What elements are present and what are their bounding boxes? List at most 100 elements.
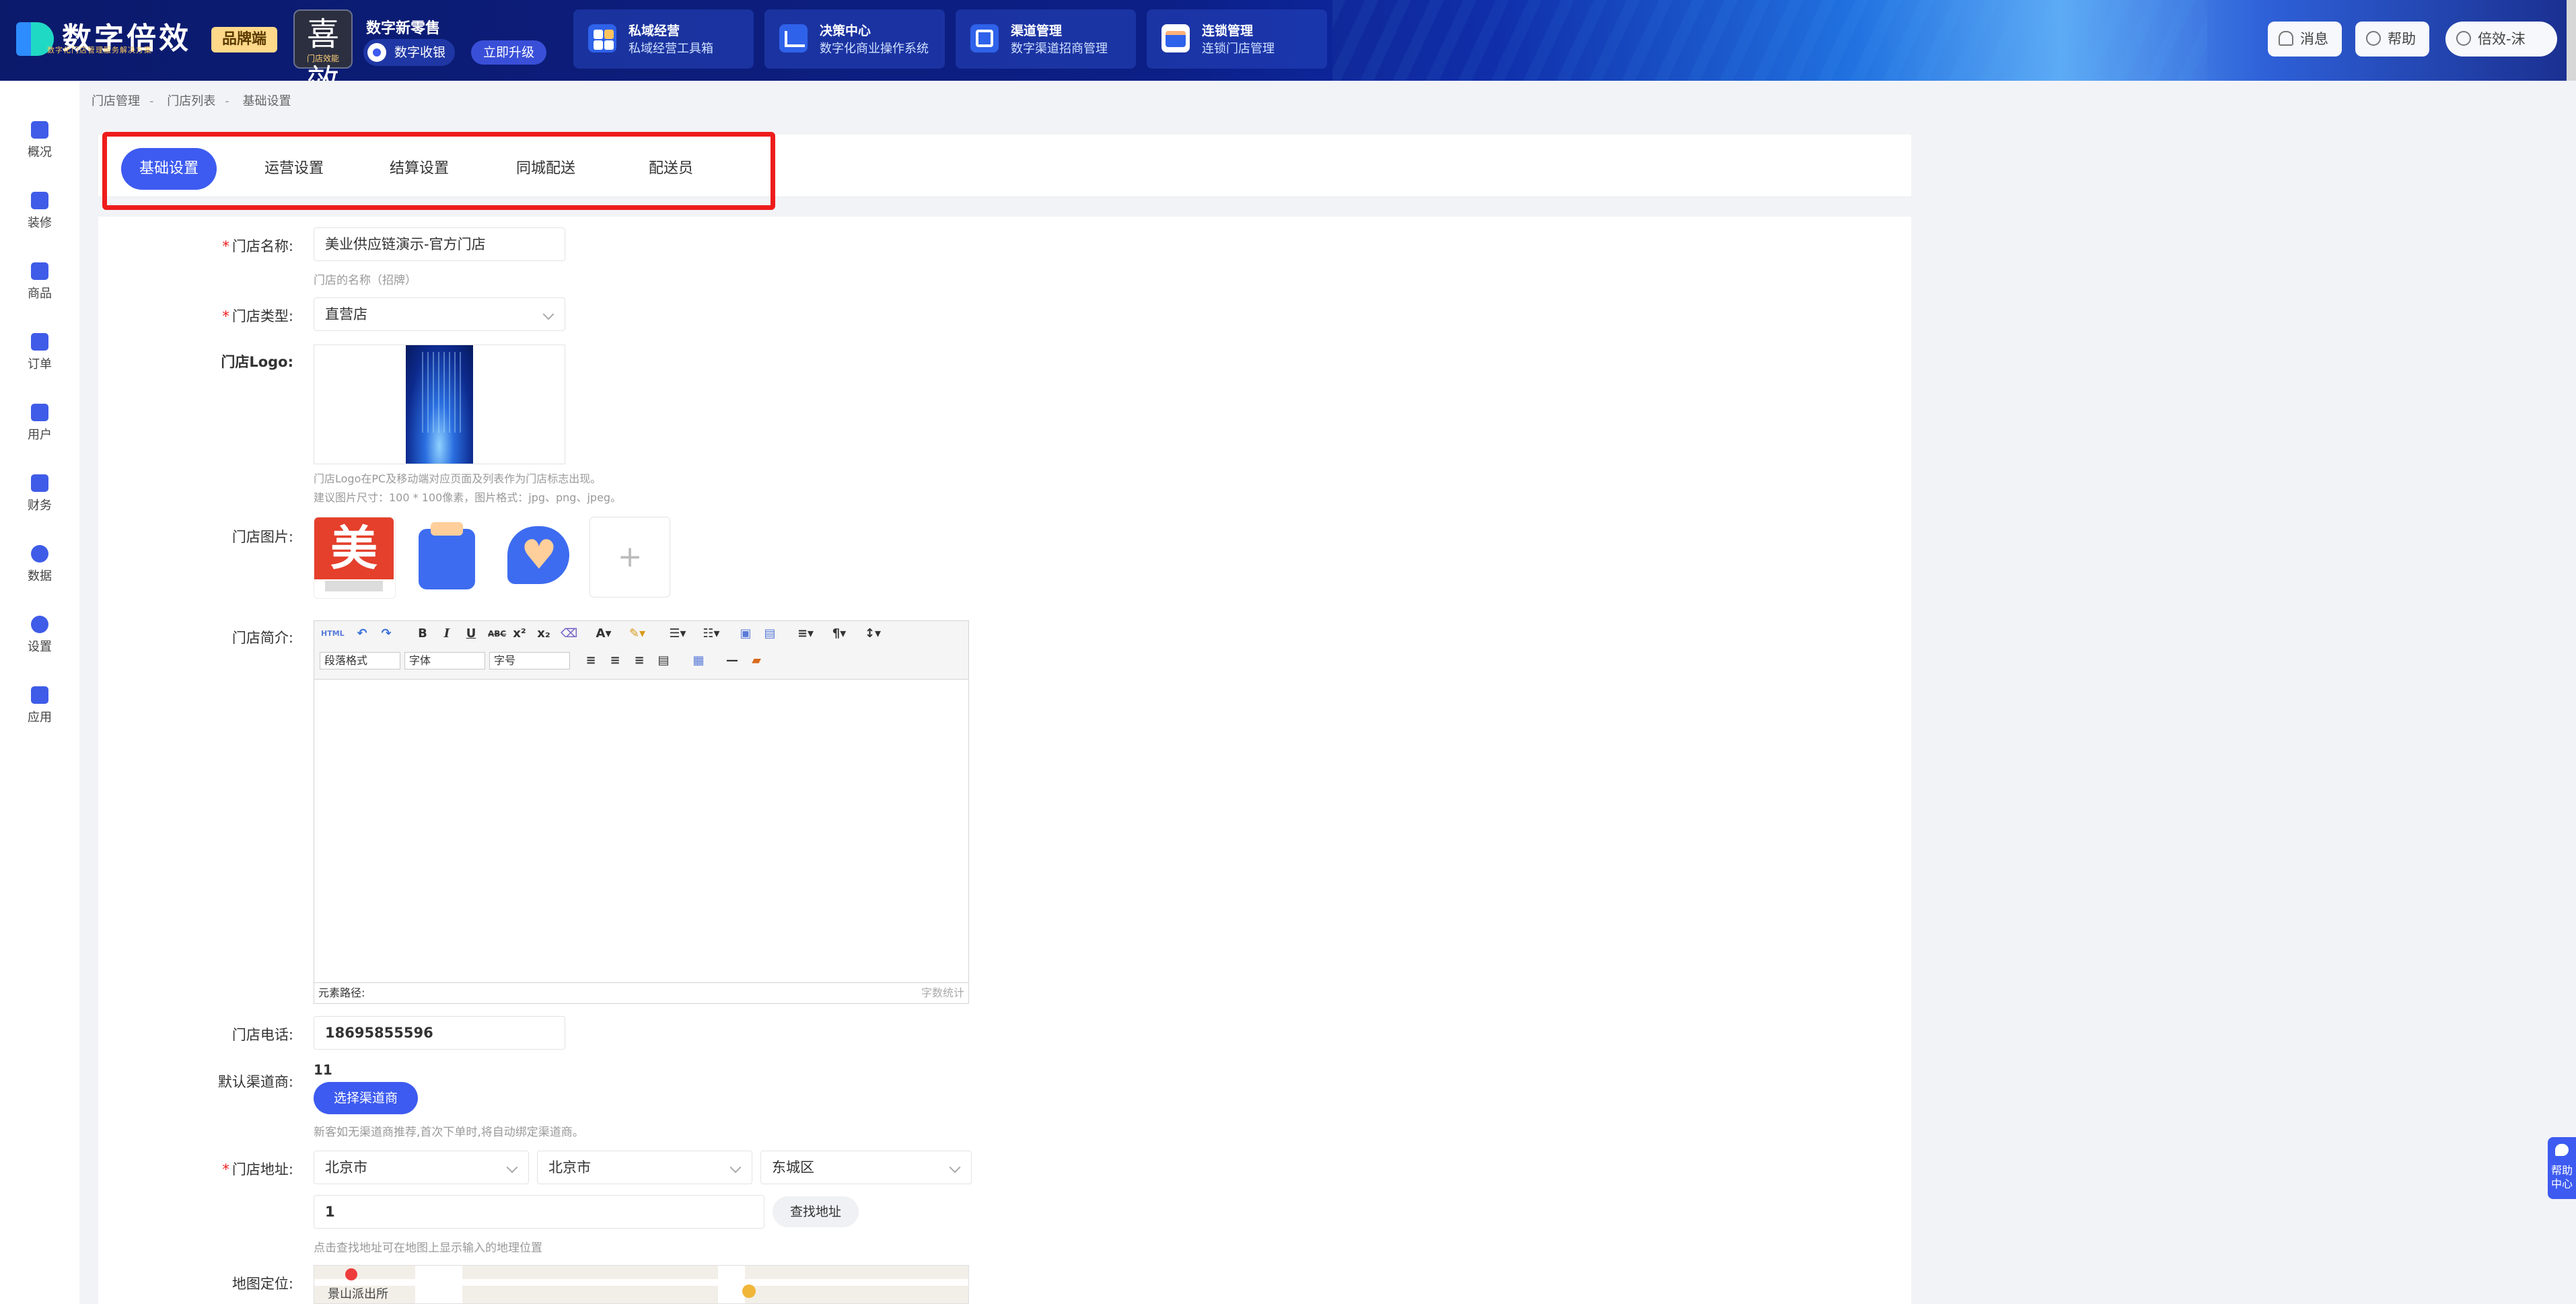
horizontal-rule-icon[interactable]: —	[725, 653, 740, 668]
strikethrough-icon[interactable]: ABC	[488, 626, 506, 641]
html-source-icon[interactable]: HTML	[321, 626, 345, 641]
undo-icon[interactable]: ↶	[355, 626, 369, 641]
scrollbar[interactable]	[2567, 0, 2576, 81]
editor-content-area[interactable]	[314, 680, 968, 982]
store-name-hint: 门店的名称（招牌）	[314, 274, 417, 287]
sidebar-item-user[interactable]: 用户	[0, 377, 79, 444]
app-pill-label: 数字收银	[394, 45, 446, 60]
store-image-thumb[interactable]	[406, 517, 487, 597]
overview-icon	[31, 121, 48, 139]
paragraph-format-select[interactable]: 段落格式	[320, 652, 400, 669]
sidebar-item-overview[interactable]: 概况	[0, 94, 79, 161]
font-color-icon[interactable]: A▾	[590, 626, 617, 641]
help-button[interactable]: 帮助	[2355, 22, 2429, 57]
brand-tag: 品牌端	[211, 27, 278, 52]
map-location-label: 地图定位:	[231, 1276, 293, 1292]
nav-card-decision-center[interactable]: 决策中心 数字化商业操作系统	[764, 9, 945, 69]
line-height-icon[interactable]: ↕▾	[859, 626, 886, 641]
subscript-icon[interactable]: x₂	[536, 626, 551, 641]
ordered-list-icon[interactable]: ☰▾	[664, 626, 691, 641]
address-detail-input[interactable]: 1	[314, 1195, 764, 1229]
help-label: 帮助	[2388, 31, 2416, 47]
nav-card-private-domain[interactable]: 私域经营 私域经营工具箱	[573, 9, 754, 69]
highlight-color-icon[interactable]: ✎▾	[624, 626, 651, 641]
data-pie-icon	[31, 545, 48, 563]
clear-format-icon[interactable]: ▤	[762, 626, 777, 641]
sidebar-item-decorate[interactable]: 装修	[0, 165, 79, 232]
app-box-char: 喜效	[306, 15, 339, 81]
eraser-icon[interactable]: ⌫	[561, 626, 577, 641]
nav-card-title: 连锁管理	[1202, 24, 1254, 38]
underline-icon[interactable]: U	[464, 626, 478, 641]
paste-plain-icon[interactable]: ▣	[738, 626, 753, 641]
sidebar-item-product[interactable]: 商品	[0, 236, 79, 303]
store-type-select[interactable]: 直营店	[314, 297, 565, 331]
message-button[interactable]: 消息	[2268, 22, 2342, 57]
paragraph-icon[interactable]: ¶▾	[826, 626, 853, 641]
upgrade-button[interactable]: 立即升级	[471, 40, 547, 65]
top-bar: 数字倍效 数字化门店管理服务解决方案 品牌端 喜效 门店效能 数字新零售 数字收…	[0, 0, 2576, 81]
sidebar-item-data[interactable]: 数据	[0, 518, 79, 585]
align-right-icon[interactable]: ≡	[632, 653, 647, 668]
font-size-select[interactable]: 字号	[489, 652, 570, 669]
unordered-list-icon[interactable]: ☷▾	[698, 626, 725, 641]
store-image-thumb[interactable]	[498, 517, 579, 597]
sidebar-item-label: 装修	[28, 216, 52, 230]
nav-card-chain[interactable]: 连锁管理 连锁门店管理	[1147, 9, 1327, 69]
app-switcher[interactable]: 喜效 门店效能	[293, 9, 353, 81]
editor-word-count: 字数统计	[921, 986, 964, 999]
app-box-sub: 门店效能	[306, 54, 339, 63]
editor-toolbar: HTML ↶ ↷ B I U ABC x² x₂ ⌫ A▾ ✎▾ ☰▾ ☷▾ ▣…	[314, 621, 968, 680]
table-icon[interactable]: ▦	[691, 653, 706, 668]
align-left-icon[interactable]: ≡	[583, 653, 598, 668]
align-center-icon[interactable]: ≡	[608, 653, 622, 668]
help-center-float[interactable]: 帮助中心	[2548, 1137, 2576, 1199]
add-image-button[interactable]: +	[589, 517, 670, 597]
sidebar-item-finance[interactable]: 财务	[0, 447, 79, 515]
logo[interactable]: 数字倍效	[16, 15, 191, 63]
sidebar-item-label: 数据	[28, 569, 52, 583]
sidebar-item-order[interactable]: 订单	[0, 306, 79, 373]
image-insert-icon[interactable]: ▰	[749, 653, 764, 668]
align-justify-icon[interactable]: ▤	[656, 653, 671, 668]
sidebar-item-apps[interactable]: 应用	[0, 659, 79, 727]
nav-card-title: 私域经营	[629, 24, 680, 38]
product-icon	[31, 262, 48, 280]
align-icon[interactable]: ≡▾	[792, 626, 819, 641]
app-name: 数字新零售	[366, 20, 441, 37]
decorate-icon	[31, 192, 48, 209]
user-avatar-icon	[2456, 31, 2471, 46]
store-images-label: 门店图片:	[231, 529, 293, 545]
channel-hint: 新客如无渠道商推荐,首次下单时,将自动绑定渠道商。	[314, 1126, 584, 1139]
nav-card-sub: 私域经营工具箱	[629, 42, 713, 56]
store-address-label: * 门店地址:	[222, 1161, 293, 1178]
store-phone-input[interactable]: 18695855596	[314, 1016, 565, 1050]
map-poi-label: 景山派出所	[328, 1287, 388, 1301]
breadcrumb: 门店管理 - 门店列表 - 基础设置	[92, 94, 291, 108]
bold-icon[interactable]: B	[415, 626, 430, 641]
store-name-input[interactable]: 美业供应链演示-官方门店	[314, 227, 565, 261]
province-select[interactable]: 北京市	[314, 1151, 529, 1184]
redo-icon[interactable]: ↷	[379, 626, 394, 641]
district-select[interactable]: 东城区	[760, 1151, 972, 1184]
map-view[interactable]: 景山派出所	[314, 1265, 969, 1304]
find-address-button[interactable]: 查找地址	[773, 1196, 859, 1227]
city-select[interactable]: 北京市	[537, 1151, 752, 1184]
nav-card-sub: 连锁门店管理	[1202, 42, 1275, 56]
superscript-icon[interactable]: x²	[512, 626, 527, 641]
sidebar-item-settings[interactable]: 设置	[0, 589, 79, 656]
user-menu[interactable]: 倍效-沫	[2445, 22, 2557, 57]
settings-icon	[31, 616, 48, 633]
font-family-select[interactable]: 字体	[404, 652, 485, 669]
breadcrumb-item[interactable]: 门店管理	[92, 94, 140, 108]
app-pill-cashier[interactable]: 数字收银	[363, 39, 456, 66]
select-channel-button[interactable]: 选择渠道商	[314, 1082, 419, 1114]
store-logo-upload[interactable]	[314, 345, 565, 464]
breadcrumb-item[interactable]: 门店列表	[167, 94, 215, 108]
nav-card-channel[interactable]: 渠道管理 数字渠道招商管理	[956, 9, 1136, 69]
sidebar-item-label: 商品	[28, 287, 52, 301]
store-name-label: * 门店名称:	[222, 238, 293, 254]
italic-icon[interactable]: I	[439, 626, 454, 641]
store-image-thumb[interactable]	[314, 517, 396, 599]
apps-icon	[31, 686, 48, 704]
